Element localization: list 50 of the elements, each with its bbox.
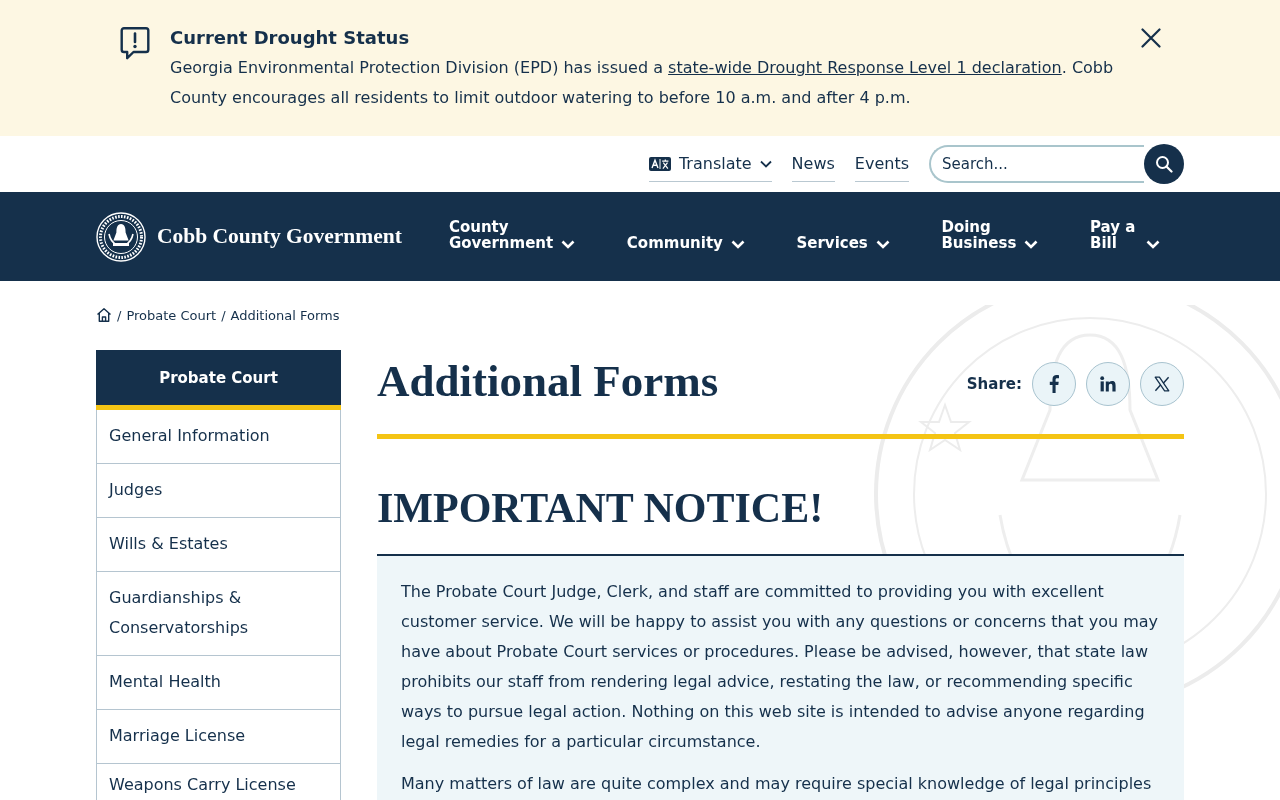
nav-menu-button[interactable]: Community — [626, 219, 745, 251]
sidebar-link[interactable]: Marriage License — [96, 710, 341, 764]
sidebar-link[interactable]: Guardianships & Conservatorships — [96, 572, 341, 656]
chevron-down-icon — [561, 240, 576, 249]
drought-declaration-link[interactable]: state-wide Drought Response Level 1 declaration — [668, 58, 1062, 77]
x-icon — [1154, 376, 1170, 392]
notice-paragraph: The Probate Court Judge, Clerk, and staff are committed to providing you with excellent customer service. We will be happy to assist you with any questions or concerns that you may have about Probate Court services or procedures. Please be advised, however, that state law prohibits our staff from rendering legal advice, restating the law, or recommending specific ways to pursue legal action. Nothing on this web site is intended to advise anyone regarding legal remedies for a particular circumstance. — [401, 581, 1160, 753]
nav-menu-button[interactable]: Doing Business — [941, 219, 1039, 251]
chevron-down-icon — [1024, 240, 1039, 249]
close-icon — [1141, 28, 1161, 48]
share-x-button[interactable] — [1140, 362, 1184, 406]
chevron-down-icon — [875, 240, 890, 249]
notice-paragraph: Many matters of law are quite complex and may require special knowledge of legal principles — [401, 773, 1153, 795]
share-linkedin-button[interactable] — [1086, 362, 1130, 406]
chevron-down-icon — [730, 240, 745, 249]
breadcrumb-link[interactable]: Probate Court — [126, 307, 217, 323]
sidebar-link[interactable]: Mental Health — [96, 656, 341, 710]
breadcrumb-current-page: Additional Forms — [230, 307, 340, 323]
county-seal-icon — [96, 211, 146, 262]
sidebar-link[interactable]: General Information — [96, 410, 341, 464]
close-button[interactable] — [1140, 27, 1162, 49]
breadcrumb-separator: / — [221, 307, 226, 323]
sidebar-title: Probate Court — [96, 350, 341, 410]
sidebar-link[interactable]: Weapons Carry License — [96, 764, 341, 800]
share-facebook-button[interactable] — [1032, 362, 1076, 406]
nav-menu-button[interactable]: Pay a Bill — [1089, 219, 1160, 251]
search-field[interactable]: Search... — [929, 145, 1144, 183]
chevron-down-icon — [759, 160, 772, 168]
search-button[interactable] — [1144, 144, 1184, 184]
page-title: Additional Forms — [377, 355, 719, 408]
home-icon[interactable] — [96, 307, 112, 323]
translate-dropdown[interactable]: Translate — [648, 146, 772, 182]
translate-icon — [648, 157, 671, 171]
sidebar-link[interactable]: Wills & Estates — [96, 518, 341, 572]
nav-menu-button[interactable]: Services — [796, 219, 890, 251]
utility-link[interactable]: Events — [854, 146, 909, 182]
chevron-down-icon — [1145, 240, 1160, 249]
nav-menu-button[interactable]: County Government — [448, 219, 576, 251]
breadcrumb-separator: / — [117, 307, 122, 323]
sidebar-link[interactable]: Judges — [96, 464, 341, 518]
linkedin-icon — [1100, 376, 1116, 392]
notice-heading: IMPORTANT NOTICE! — [377, 484, 825, 533]
alert-message-icon — [120, 26, 150, 60]
facebook-icon — [1049, 375, 1059, 393]
alert-title: Current Drought Status — [170, 26, 411, 50]
share-label: Share: — [966, 375, 1022, 393]
site-logo-link[interactable]: Cobb County Government — [96, 211, 402, 262]
utility-link[interactable]: News — [791, 146, 835, 182]
alert-message: Georgia Environmental Protection Division (EPD) has issued a state-wide Drought Response Level 1 declaration. Cobb County encourages all residents to limit outdoor watering to before 10 a.m. and after 4 p.m. — [170, 57, 1115, 109]
search-icon — [1155, 155, 1173, 173]
